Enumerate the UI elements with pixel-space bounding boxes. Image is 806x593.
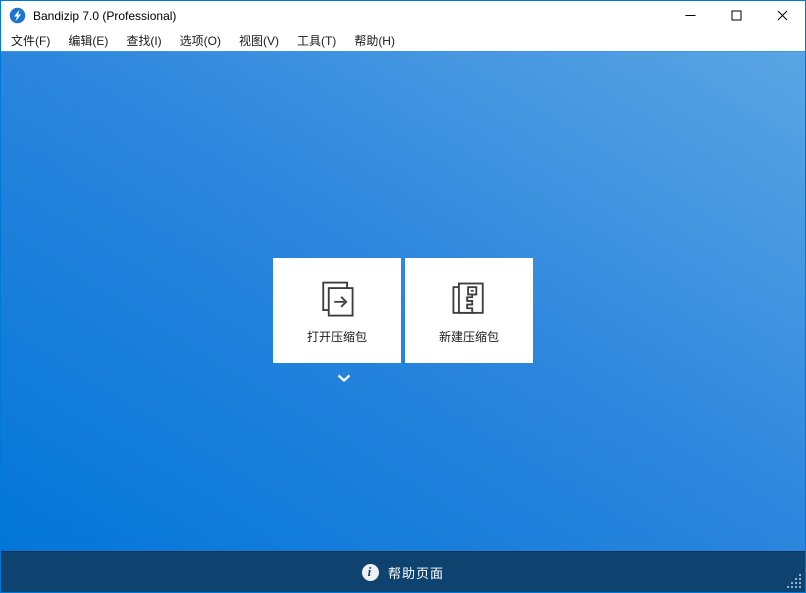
action-cards: 打开压缩包 新建压缩包 — [273, 258, 533, 363]
menu-help[interactable]: 帮助(H) — [345, 29, 404, 52]
caption-buttons — [667, 1, 805, 30]
minimize-icon — [685, 15, 695, 16]
help-bar[interactable]: i 帮助页面 — [1, 551, 805, 592]
menu-bar: 文件(F) 编辑(E) 查找(I) 选项(O) 视图(V) 工具(T) 帮助(H… — [1, 30, 805, 51]
maximize-button[interactable] — [713, 1, 759, 30]
open-archive-icon — [322, 281, 354, 317]
recent-archives-toggle[interactable] — [330, 370, 358, 386]
title-bar: Bandizip 7.0 (Professional) — [1, 1, 805, 30]
minimize-button[interactable] — [667, 1, 713, 30]
new-archive-icon — [452, 282, 484, 314]
open-archive-label: 打开压缩包 — [306, 330, 367, 344]
open-archive-card[interactable]: 打开压缩包 — [273, 258, 401, 363]
maximize-icon — [731, 10, 741, 21]
drop-zone[interactable]: 打开压缩包 新建压缩包 — [1, 51, 805, 551]
close-icon — [777, 10, 787, 21]
window-title: Bandizip 7.0 (Professional) — [33, 8, 177, 23]
menu-view[interactable]: 视图(V) — [230, 29, 288, 52]
close-button[interactable] — [759, 1, 805, 30]
resize-grip-icon[interactable] — [787, 574, 802, 589]
menu-file[interactable]: 文件(F) — [2, 29, 59, 52]
new-archive-label: 新建压缩包 — [438, 330, 499, 344]
menu-tools[interactable]: 工具(T) — [288, 29, 345, 52]
menu-edit[interactable]: 编辑(E) — [59, 29, 117, 52]
bandizip-logo-icon — [9, 7, 26, 24]
info-icon: i — [361, 563, 379, 581]
menu-options[interactable]: 选项(O) — [171, 29, 230, 52]
bandizip-window: Bandizip 7.0 (Professional) 文件(F) 编辑(E) … — [0, 0, 806, 593]
help-page-label: 帮助页面 — [387, 565, 444, 581]
chevron-down-icon — [337, 374, 351, 382]
menu-find[interactable]: 查找(I) — [117, 29, 170, 52]
new-archive-card[interactable]: 新建压缩包 — [405, 258, 533, 363]
